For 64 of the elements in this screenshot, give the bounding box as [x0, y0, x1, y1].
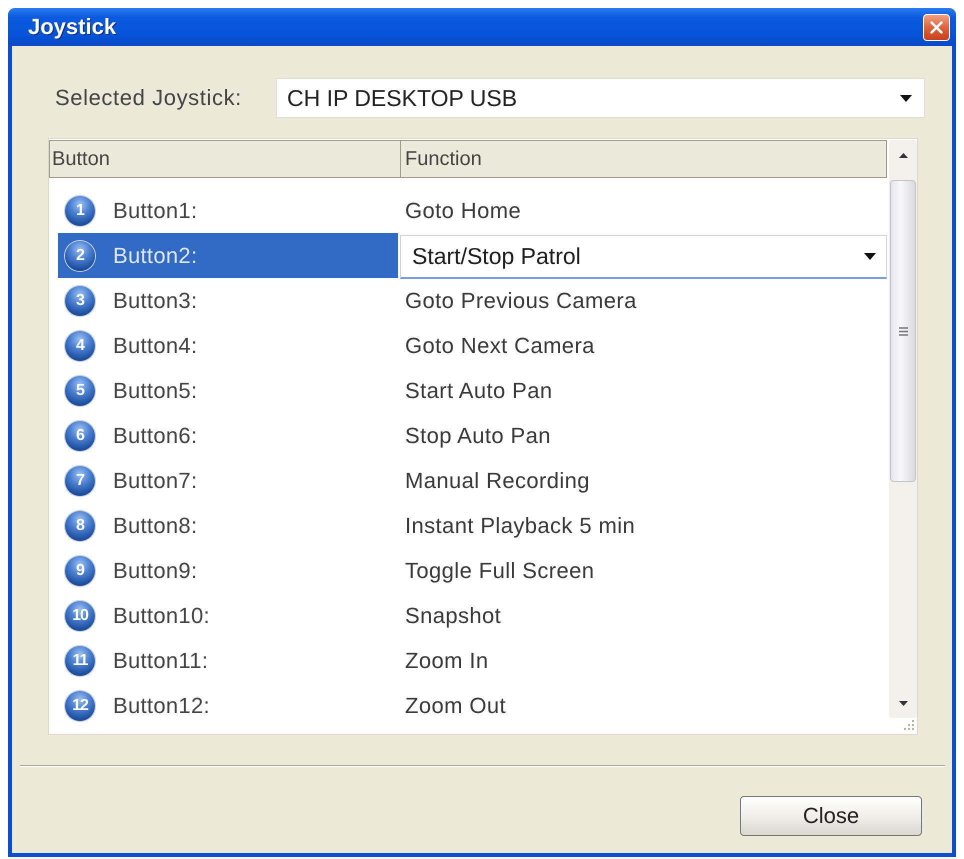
row-button-cell[interactable]: 6 Button6: [58, 413, 398, 458]
joystick-label: Selected Joystick: [55, 85, 243, 111]
resize-grip-icon[interactable] [903, 719, 915, 731]
function-label: Goto Next Camera [405, 332, 595, 358]
row-button-cell[interactable]: 4 Button4: [58, 323, 398, 368]
window-title: Joystick [28, 14, 116, 40]
function-label: Zoom Out [405, 692, 506, 718]
button-label: Button12: [113, 692, 210, 718]
function-label: Goto Previous Camera [405, 288, 637, 314]
row-button-cell[interactable]: 12 Button12: [58, 683, 398, 728]
row-button-cell[interactable]: 10 Button10: [58, 593, 398, 638]
function-label: Manual Recording [405, 468, 590, 494]
function-label: Toggle Full Screen [405, 558, 594, 584]
function-label: Instant Playback 5 min [405, 512, 636, 538]
row-button-cell[interactable]: 8 Button8: [58, 503, 398, 548]
up-triangle-icon [898, 152, 908, 158]
row-button-cell[interactable]: 11 Button11: [58, 638, 398, 683]
button-label: Button8: [113, 512, 198, 538]
button-label: Button10: [113, 602, 210, 628]
button-label: Button6: [113, 422, 198, 448]
row-number: 7 [65, 466, 95, 496]
function-label: Start Auto Pan [405, 378, 552, 404]
row-number: 1 [65, 196, 95, 226]
button-label: Button1: [113, 198, 198, 224]
row-button-cell[interactable]: 9 Button9: [58, 548, 398, 593]
row-number: 3 [65, 286, 95, 316]
close-icon [930, 20, 943, 34]
function-label: Stop Auto Pan [405, 422, 551, 448]
button-label: Button7: [113, 468, 198, 494]
row-number: 12 [65, 690, 95, 720]
row-button-cell[interactable]: 5 Button5: [58, 368, 398, 413]
row-number: 11 [65, 646, 95, 676]
button-label: Button5: [113, 378, 198, 404]
button-label: Button11: [113, 648, 208, 674]
function-label: Zoom In [405, 648, 488, 674]
row-number: 2 [65, 240, 95, 270]
button-label: Button4: [113, 332, 198, 358]
row-number: 9 [65, 556, 95, 586]
caret-icon [864, 252, 876, 260]
window-close-button[interactable] [923, 14, 950, 40]
button-label: Button3: [113, 288, 198, 314]
joystick-dropdown[interactable]: CH IP DESKTOP USB [276, 78, 925, 118]
scrollbar-thumb[interactable] [890, 180, 916, 482]
scrollbar[interactable] [889, 140, 917, 718]
down-triangle-icon [898, 700, 908, 706]
close-button[interactable]: Close [740, 796, 922, 836]
row-number: 5 [65, 376, 95, 406]
grip-icon [898, 326, 908, 336]
row-button-cell[interactable]: 3 Button3: [58, 278, 398, 323]
function-dropdown[interactable]: Start/Stop Patrol [400, 234, 888, 278]
row-button-cell[interactable]: 2 Button2: [58, 233, 398, 278]
function-label: Snapshot [405, 602, 502, 628]
button-label: Button9: [113, 558, 198, 584]
row-number: 8 [65, 510, 95, 540]
row-number: 10 [65, 600, 95, 630]
column-header[interactable]: Button [50, 141, 401, 177]
row-button-cell[interactable]: 7 Button7: [58, 458, 398, 503]
row-number: 6 [65, 420, 95, 450]
function-label: Goto Home [405, 198, 522, 224]
row-button-cell[interactable]: 1 Button1: [58, 188, 398, 233]
row-number: 4 [65, 330, 95, 360]
button-label: Button2: [113, 242, 198, 268]
caret-icon [900, 94, 912, 102]
column-header[interactable]: Function [401, 141, 886, 177]
